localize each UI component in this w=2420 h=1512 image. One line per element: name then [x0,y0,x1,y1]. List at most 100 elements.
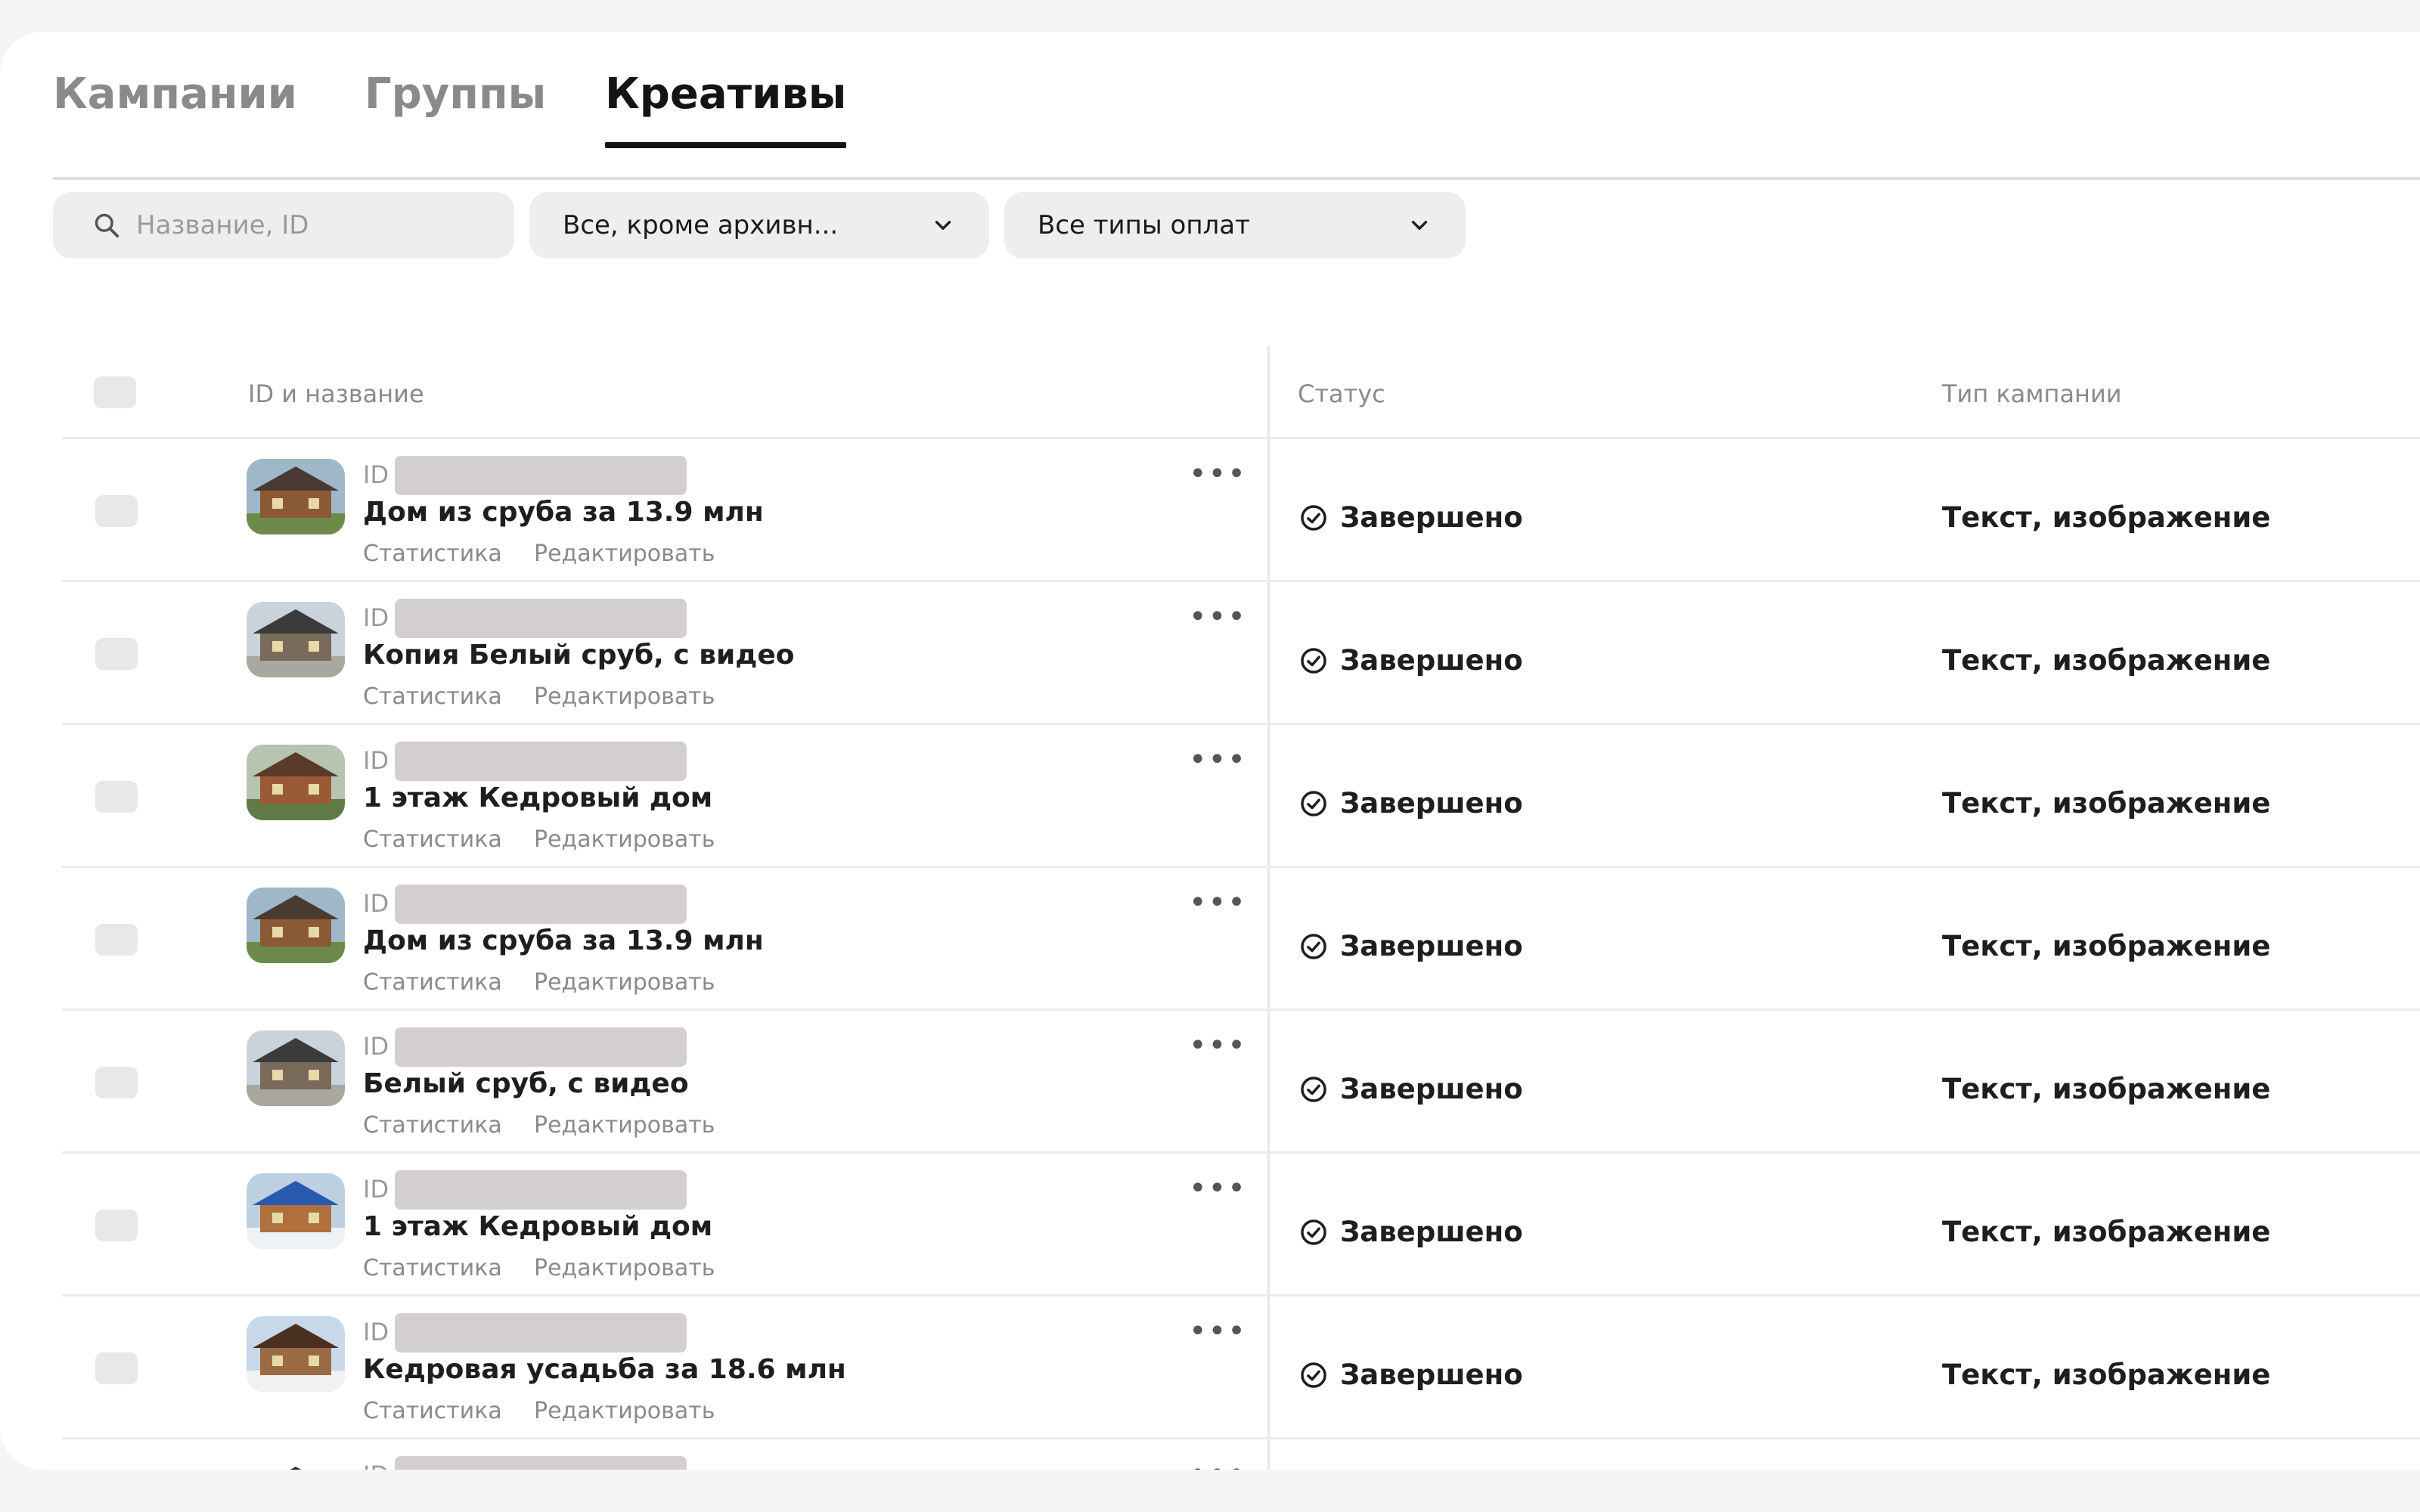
main-card: Кампании Группы Креативы Все, кроме архи… [0,32,2420,1470]
table-header: ID и название Статус Тип кампании [60,346,2420,438]
more-options-icon[interactable]: ••• [1189,888,1247,918]
row-id-label: ID [363,889,389,918]
edit-link[interactable]: Редактировать [534,1398,715,1424]
table-row: ID Копия Белый сруб, с видео Статистика Ред… [62,582,2420,725]
check-circle-icon [1301,1219,1326,1245]
tab-creatives[interactable]: Креативы [605,70,847,148]
table-row: ID ••• [62,1439,2420,1470]
status-text: Завершено [1340,501,1523,534]
creative-thumbnail [247,1459,345,1470]
chevron-down-icon [935,221,951,230]
status-text: Завершено [1340,1216,1523,1248]
statistics-link[interactable]: Статистика [363,826,502,853]
status-text: Завершено [1340,1073,1523,1105]
more-options-icon[interactable]: ••• [1189,1316,1247,1346]
statistics-link[interactable]: Статистика [363,1255,502,1281]
edit-link[interactable]: Редактировать [534,683,715,710]
status-text: Завершено [1340,1359,1523,1391]
tab-groups[interactable]: Группы [365,70,546,145]
tabs-divider [53,177,2420,180]
statistics-link[interactable]: Статистика [363,541,502,567]
edit-link[interactable]: Редактировать [534,969,715,996]
edit-link[interactable]: Редактировать [534,1255,715,1281]
creative-title[interactable]: Дом из сруба за 13.9 млн [363,925,764,956]
status-filter-select[interactable]: Все, кроме архивн... [529,192,989,259]
statistics-link[interactable]: Статистика [363,683,502,710]
row-id-label: ID [363,1032,389,1061]
status-cell: Завершено [1299,930,1523,962]
campaign-type-cell: Текст, изображение [1942,1073,2271,1105]
creative-thumbnail [247,602,345,677]
campaign-type-cell: Текст, изображение [1942,1216,2271,1248]
tab-campaigns[interactable]: Кампании [53,70,297,145]
search-box[interactable] [53,192,514,259]
redacted-id [395,742,687,781]
row-id-label: ID [363,460,389,489]
status-filter-value: Все, кроме архивн... [563,210,839,240]
creative-thumbnail [247,1316,345,1392]
creative-title[interactable]: Дом из сруба за 13.9 млн [363,497,764,528]
statistics-link[interactable]: Статистика [363,1112,502,1139]
table-row: ID Белый сруб, с видео Статистика Редактиро… [62,1011,2420,1154]
campaign-type-cell: Текст, изображение [1942,1359,2271,1391]
active-tab-indicator [605,142,847,148]
campaign-type-cell: Текст, изображение [1942,787,2271,820]
row-id-label: ID [363,1175,389,1204]
statistics-link[interactable]: Статистика [363,969,502,996]
row-checkbox[interactable] [95,781,138,813]
row-checkbox[interactable] [95,638,138,670]
table-row: ID Дом из сруба за 13.9 млн Статистика Реда… [62,868,2420,1011]
row-checkbox[interactable] [95,495,138,527]
creative-thumbnail [247,1173,345,1249]
more-options-icon[interactable]: ••• [1189,745,1247,775]
edit-link[interactable]: Редактировать [534,1112,715,1139]
check-circle-icon [1301,1076,1326,1102]
tab-campaigns-label: Кампании [53,70,297,119]
redacted-id [395,599,687,638]
row-id-label: ID [363,603,389,632]
search-input[interactable] [135,209,470,241]
check-circle-icon [1301,933,1326,959]
table-row: ID 1 этаж Кедровый дом Статистика Редактиро… [62,1154,2420,1297]
status-cell: Завершено [1299,1359,1523,1391]
creative-title[interactable]: 1 этаж Кедровый дом [363,782,712,813]
edit-link[interactable]: Редактировать [534,826,715,853]
more-options-icon[interactable]: ••• [1189,602,1247,632]
status-cell: Завершено [1299,787,1523,820]
campaign-type-cell: Текст, изображение [1942,930,2271,962]
more-options-icon[interactable]: ••• [1189,1459,1247,1470]
creative-title[interactable]: 1 этаж Кедровый дом [363,1211,712,1242]
redacted-id [395,456,687,495]
statistics-link[interactable]: Статистика [363,1398,502,1424]
redacted-id [395,1313,687,1352]
redacted-id [395,1456,687,1470]
redacted-id [395,1170,687,1210]
select-all-checkbox[interactable] [94,376,136,408]
more-options-icon[interactable]: ••• [1189,1173,1247,1204]
row-checkbox[interactable] [95,1067,138,1098]
creative-thumbnail [247,1030,345,1106]
payment-type-select[interactable]: Все типы оплат [1004,192,1466,259]
status-text: Завершено [1340,787,1523,820]
row-checkbox[interactable] [95,1210,138,1241]
more-options-icon[interactable]: ••• [1189,1030,1247,1061]
chevron-down-icon [1411,221,1428,230]
edit-link[interactable]: Редактировать [534,541,715,567]
status-cell: Завершено [1299,501,1523,534]
row-checkbox[interactable] [95,924,138,956]
row-checkbox[interactable] [95,1352,138,1384]
payment-type-value: Все типы оплат [1038,210,1250,240]
status-cell: Завершено [1299,644,1523,677]
creative-title[interactable]: Белый сруб, с видео [363,1068,689,1099]
more-options-icon[interactable]: ••• [1189,459,1247,489]
table-row: ID Дом из сруба за 13.9 млн Статистика Реда… [62,439,2420,582]
row-id-label: ID [363,1461,389,1470]
header-campaign-type: Тип кампании [1942,380,2122,408]
creative-title[interactable]: Копия Белый сруб, с видео [363,640,794,671]
tab-creatives-label: Креативы [605,70,847,119]
creative-title[interactable]: Кедровая усадьба за 18.6 млн [363,1354,846,1385]
table-row: ID 1 этаж Кедровый дом Статистика Редактиро… [62,725,2420,868]
status-cell: Завершено [1299,1073,1523,1105]
table-row: ID Кедровая усадьба за 18.6 млн Статистика… [62,1297,2420,1439]
redacted-id [395,885,687,924]
